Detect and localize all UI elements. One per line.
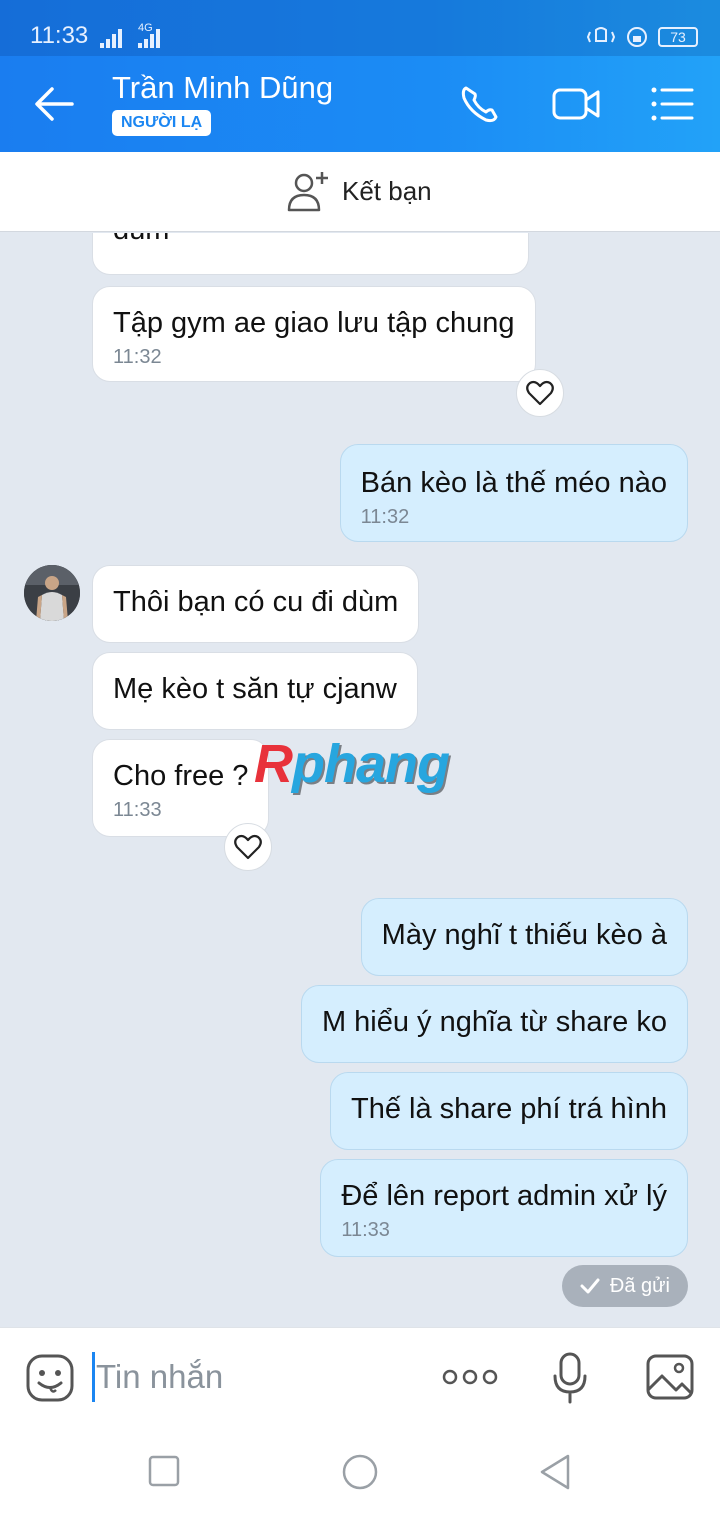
heart-icon bbox=[526, 380, 554, 406]
heart-react-button[interactable] bbox=[224, 823, 272, 871]
microphone-icon[interactable] bbox=[552, 1352, 588, 1404]
vibrate-icon bbox=[586, 27, 616, 43]
message-text: Mày nghĩ t thiếu kèo à bbox=[381, 919, 667, 951]
message-list[interactable]: dùm Tập gym ae giao lưu tập chung 11:32 … bbox=[0, 233, 720, 1327]
message-time: 11:33 bbox=[113, 799, 162, 821]
message-bubble[interactable]: M hiểu ý nghĩa từ share ko bbox=[300, 985, 688, 1063]
message-input[interactable]: Tin nhắn bbox=[96, 1358, 223, 1396]
message-bubble[interactable]: Thế là share phí trá hình bbox=[330, 1072, 688, 1150]
add-friend-icon bbox=[287, 172, 328, 212]
message-text: Bán kèo là thế méo nào bbox=[360, 467, 667, 499]
system-nav-bar bbox=[0, 1427, 720, 1520]
add-friend-bar[interactable]: Kết bạn bbox=[0, 152, 720, 232]
message-text: Tập gym ae giao lưu tập chung bbox=[113, 307, 515, 339]
signal-icon-2 bbox=[138, 29, 160, 48]
chat-header: 11:33 4G 73 Trần Minh Dũng NGƯỜI LẠ bbox=[0, 0, 720, 152]
message-bubble[interactable]: Bán kèo là thế méo nào 11:32 bbox=[339, 444, 688, 542]
emoji-icon[interactable] bbox=[26, 1354, 74, 1402]
watermark-letter: R bbox=[254, 734, 293, 794]
recent-apps-button[interactable] bbox=[148, 1455, 180, 1487]
message-text: Cho free ? bbox=[113, 760, 249, 792]
back-arrow-icon[interactable] bbox=[32, 86, 76, 122]
sent-status-badge: Đã gửi bbox=[561, 1265, 688, 1307]
menu-list-icon[interactable] bbox=[648, 82, 696, 126]
rotation-lock-icon bbox=[627, 27, 647, 47]
message-text: M hiểu ý nghĩa từ share ko bbox=[321, 1006, 667, 1038]
contact-name[interactable]: Trần Minh Dũng bbox=[112, 70, 333, 106]
signal-icon bbox=[100, 29, 122, 48]
avatar-image bbox=[24, 565, 80, 621]
add-friend-label: Kết bạn bbox=[342, 175, 432, 206]
message-input-bar: Tin nhắn bbox=[0, 1327, 720, 1427]
message-time: 11:32 bbox=[113, 346, 162, 368]
message-time: 11:33 bbox=[341, 1219, 390, 1241]
status-time: 11:33 bbox=[30, 22, 89, 49]
message-bubble[interactable]: Mày nghĩ t thiếu kèo à bbox=[360, 898, 688, 976]
heart-react-button[interactable] bbox=[516, 369, 564, 417]
message-bubble[interactable]: dùm bbox=[92, 233, 529, 275]
message-bubble[interactable]: Để lên report admin xử lý 11:33 bbox=[320, 1159, 688, 1257]
heart-icon bbox=[234, 834, 262, 860]
back-button[interactable] bbox=[538, 1453, 572, 1491]
text-cursor bbox=[92, 1352, 95, 1402]
message-bubble[interactable]: Mẹ kèo t săn tự cjanw bbox=[92, 652, 418, 730]
phone-icon[interactable] bbox=[456, 82, 504, 126]
message-text: Thôi bạn có cu đi dùm bbox=[113, 586, 399, 618]
add-friend-button[interactable]: Kết bạn bbox=[286, 170, 432, 212]
message-bubble[interactable]: Tập gym ae giao lưu tập chung 11:32 bbox=[92, 286, 536, 382]
battery-indicator: 73 bbox=[658, 27, 698, 47]
video-call-icon[interactable] bbox=[552, 82, 600, 126]
more-icon[interactable] bbox=[442, 1366, 498, 1388]
status-bar: 11:33 4G 73 bbox=[0, 0, 720, 56]
message-text: dùm bbox=[113, 233, 508, 247]
avatar[interactable] bbox=[24, 565, 80, 621]
message-text: Để lên report admin xử lý bbox=[341, 1180, 667, 1212]
image-icon[interactable] bbox=[646, 1354, 694, 1400]
message-text: Thế là share phí trá hình bbox=[351, 1093, 667, 1125]
check-icon bbox=[580, 1278, 600, 1294]
message-text: Mẹ kèo t săn tự cjanw bbox=[113, 673, 397, 705]
message-bubble[interactable]: Cho free ? 11:33 bbox=[92, 739, 270, 837]
watermark-logo: Rphang bbox=[254, 733, 450, 795]
status-icons: 73 bbox=[586, 26, 698, 48]
message-time: 11:32 bbox=[360, 506, 410, 528]
message-bubble[interactable]: Thôi bạn có cu đi dùm bbox=[92, 565, 420, 643]
watermark-text: phang bbox=[292, 734, 450, 794]
stranger-badge: NGƯỜI LẠ bbox=[112, 110, 212, 136]
sent-status-text: Đã gửi bbox=[609, 1274, 670, 1297]
home-button[interactable] bbox=[341, 1453, 379, 1491]
